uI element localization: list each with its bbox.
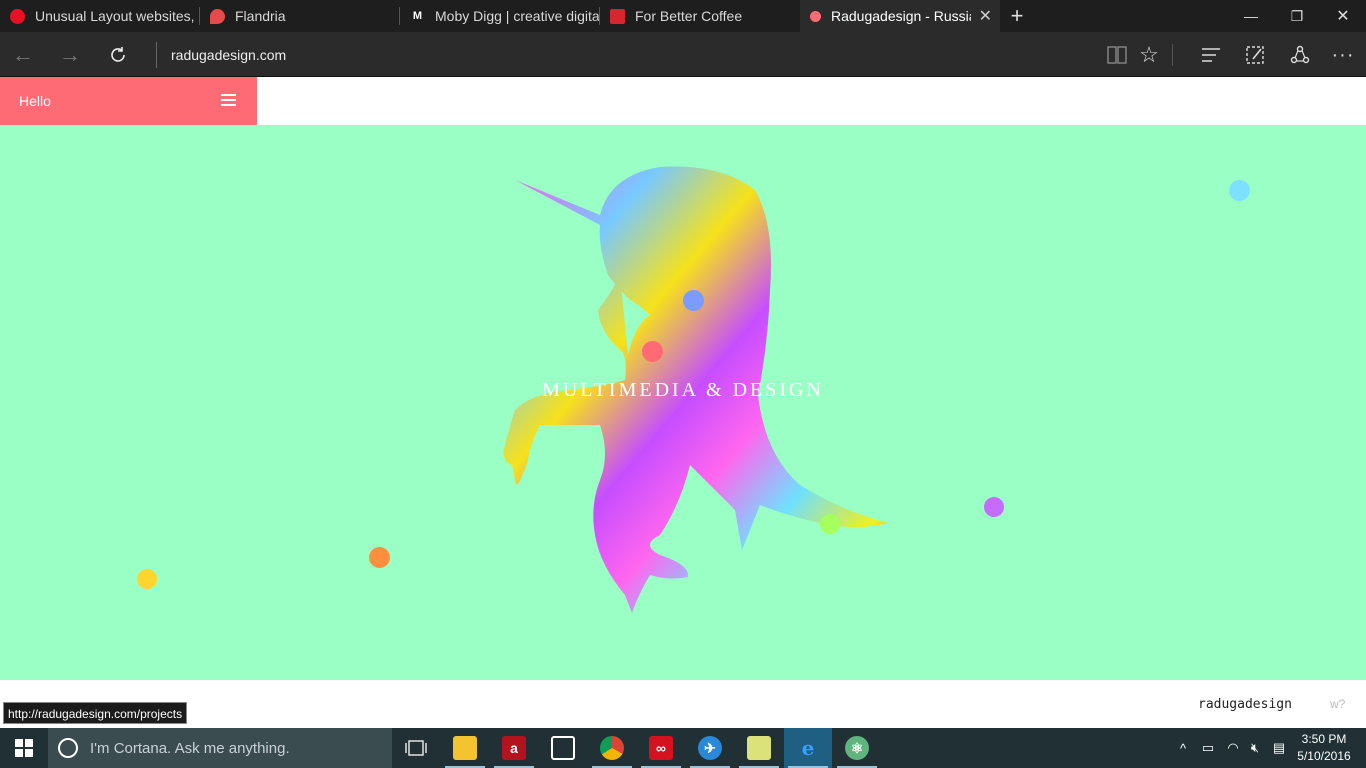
clock-date: 5/10/2016 — [1297, 749, 1351, 763]
brand-logo[interactable]: radugadesign — [1198, 697, 1292, 712]
minimize-button[interactable]: — — [1228, 0, 1274, 32]
tab-title: For Better Coffee — [635, 8, 743, 24]
brand-suffix: w? — [1330, 697, 1346, 711]
close-tab-icon[interactable]: ✕ — [979, 6, 992, 26]
cortana-placeholder: I'm Cortana. Ask me anything. — [90, 739, 290, 757]
red-bird-icon — [210, 8, 225, 24]
floating-dot — [642, 341, 663, 362]
windows-logo-icon — [15, 739, 33, 757]
tab-radugadesign[interactable]: Radugadesign - Russiar ✕ — [800, 0, 1000, 32]
address-toolbar: ← → radugadesign.com ☆ ··· — [0, 32, 1366, 77]
taskbar-folder-app[interactable] — [735, 728, 783, 768]
share-icon[interactable] — [1285, 40, 1315, 70]
restore-button[interactable]: ❐ — [1274, 0, 1320, 32]
volume-muted-icon[interactable]: 🔇︎ — [1244, 728, 1266, 768]
pink-dot-icon — [810, 10, 821, 22]
taskbar-file-explorer[interactable] — [441, 728, 489, 768]
chrome-icon — [600, 736, 624, 760]
floating-dot — [683, 290, 704, 311]
app-blue-icon: ✈ — [698, 736, 722, 760]
menu-toggle[interactable]: Hello — [0, 77, 257, 125]
atom-icon: ⚛ — [845, 736, 869, 760]
taskbar-clock[interactable]: 3:50 PM 5/10/2016 — [1296, 731, 1352, 765]
web-note-icon[interactable] — [1240, 40, 1270, 70]
app-red-icon: a — [502, 736, 526, 760]
taskbar-chrome[interactable] — [588, 728, 636, 768]
taskbar-atom[interactable]: ⚛ — [833, 728, 881, 768]
task-view-icon — [405, 740, 427, 756]
tab-title: Radugadesign - Russiar — [831, 8, 971, 24]
new-tab-button[interactable]: + — [1006, 3, 1028, 29]
hero-section: MULTIMEDIA & DESIGN — [0, 125, 1366, 680]
notifications-icon[interactable]: ▤ — [1268, 728, 1290, 768]
hamburger-icon[interactable] — [221, 94, 236, 107]
unicorn-illustration — [503, 166, 888, 613]
hero-tagline: MULTIMEDIA & DESIGN — [542, 379, 824, 401]
tab-unusual-layout[interactable]: Unusual Layout websites, pa — [0, 0, 200, 32]
start-button[interactable] — [0, 728, 48, 768]
folder-icon — [453, 736, 477, 760]
floating-dot — [1229, 180, 1250, 201]
cortana-icon — [58, 738, 78, 758]
tab-flandria[interactable]: Flandria — [200, 0, 400, 32]
taskbar-edge[interactable]: e — [784, 728, 832, 768]
wifi-icon[interactable]: ◠ — [1222, 728, 1244, 768]
tab-moby-digg[interactable]: M Moby Digg | creative digital — [400, 0, 600, 32]
taskbar-app-blue[interactable]: ✈ — [686, 728, 734, 768]
tab-title: Moby Digg | creative digital — [435, 8, 600, 24]
web-page: Hello MULTIMEDIA & DESIGN radugadesign w… — [0, 77, 1366, 728]
taskbar-creative-cloud[interactable]: ∞ — [637, 728, 685, 768]
tab-title: Unusual Layout websites, pa — [35, 8, 200, 24]
more-dots-icon[interactable]: ··· — [1328, 40, 1358, 70]
browser-tab-bar: Unusual Layout websites, pa Flandria M M… — [0, 0, 1366, 32]
menu-label: Hello — [19, 93, 51, 109]
close-window-button[interactable]: ✕ — [1320, 0, 1366, 32]
floating-dot — [369, 547, 390, 568]
floating-dot — [820, 514, 840, 534]
tab-title: Flandria — [235, 8, 286, 24]
reading-view-icon[interactable] — [1102, 40, 1132, 70]
tab-for-better-coffee[interactable]: For Better Coffee — [600, 0, 800, 32]
back-arrow-icon[interactable]: ← — [8, 40, 38, 70]
battery-icon[interactable]: ▭ — [1197, 728, 1219, 768]
red-cup-icon — [610, 8, 625, 24]
taskbar-app-red[interactable]: a — [490, 728, 538, 768]
cortana-search-box[interactable]: I'm Cortana. Ask me anything. — [48, 728, 392, 768]
address-field[interactable]: radugadesign.com — [156, 42, 286, 68]
windows-taskbar: I'm Cortana. Ask me anything. a ∞ ✈ e ⚛ … — [0, 728, 1366, 768]
refresh-icon[interactable] — [103, 40, 133, 70]
creative-cloud-icon: ∞ — [649, 736, 673, 760]
floating-dot — [984, 497, 1004, 517]
taskbar-store[interactable] — [539, 728, 587, 768]
edge-icon: e — [801, 736, 815, 760]
store-bag-icon — [551, 736, 575, 760]
hub-icon[interactable] — [1196, 40, 1226, 70]
clock-time: 3:50 PM — [1301, 732, 1347, 746]
favorites-star-icon[interactable]: ☆ — [1134, 40, 1164, 70]
m-letter-icon: M — [412, 10, 423, 22]
floating-dot — [137, 569, 157, 589]
chevron-up-icon[interactable]: ^ — [1173, 728, 1193, 768]
forward-arrow-icon[interactable]: → — [55, 40, 85, 70]
red-circle-icon — [10, 8, 25, 24]
folder-map-icon — [747, 736, 771, 760]
link-status-tooltip: http://radugadesign.com/projects — [3, 702, 188, 724]
task-view-button[interactable] — [392, 728, 440, 768]
